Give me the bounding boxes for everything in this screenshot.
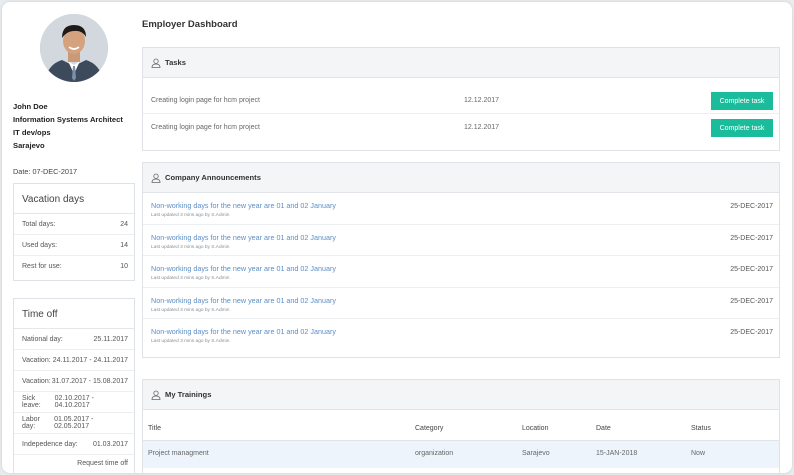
vacation-value: 14 — [120, 241, 128, 249]
announcements-title: Company Announcements — [165, 173, 261, 182]
time-off-title: Time off — [14, 299, 134, 329]
time-off-row: Indepedence day: 01.03.2017 — [14, 434, 134, 455]
user-icon — [151, 58, 161, 68]
user-icon — [151, 390, 161, 400]
announcement-meta: Last updated 3 mins ago by S.Admin — [151, 339, 230, 345]
page-title: Employer Dashboard — [142, 19, 238, 30]
announcement-row: Non-working days for the new year are 01… — [143, 319, 779, 351]
announcement-meta: Last updated 3 mins ago by S.Admin — [151, 276, 230, 282]
vacation-label: Total days: — [22, 220, 56, 228]
complete-task-button[interactable]: Complete task — [711, 119, 773, 137]
app-window: John Doe Information Systems Architect I… — [2, 2, 792, 473]
announcement-link[interactable]: Non-working days for the new year are 01… — [151, 264, 336, 273]
column-header-title: Title — [148, 425, 161, 432]
announcement-date: 25-DEC-2017 — [730, 234, 773, 242]
training-status: Now — [691, 450, 706, 457]
vacation-label: Used days: — [22, 241, 58, 249]
user-icon — [151, 173, 161, 183]
task-title: Creating login page for hcm project — [151, 124, 260, 131]
time-off-row: National day: 25.11.2017 — [14, 329, 134, 350]
profile-city: Sarajevo — [13, 141, 45, 150]
announcements-panel-header: Company Announcements — [143, 163, 779, 193]
training-category: organization — [415, 450, 454, 457]
trainings-panel-header: My Trainings — [143, 380, 779, 410]
vacation-value: 10 — [120, 263, 128, 270]
vacation-row: Rest for use: 10 — [14, 256, 134, 277]
trainings-panel: My Trainings Title Category Location Dat… — [142, 379, 780, 473]
time-off-row: Vacation: 24.11.2017 - 24.11.2017 — [14, 350, 134, 371]
tasks-panel: Tasks Creating login page for hcm projec… — [142, 47, 780, 151]
time-off-value: 24.11.2017 - 24.11.2017 — [52, 356, 128, 364]
tasks-panel-header: Tasks — [143, 48, 779, 78]
time-off-value: 01.03.2017 — [92, 440, 128, 448]
time-off-label: Vacation: — [22, 356, 51, 364]
announcement-row: Non-working days for the new year are 01… — [143, 225, 779, 257]
announcement-row: Non-working days for the new year are 01… — [143, 193, 779, 225]
time-off-label: Labor day: — [22, 416, 40, 430]
vacation-days-card: Vacation days Total days: 24 Used days: … — [13, 183, 135, 281]
vacation-row: Total days: 24 — [14, 214, 134, 235]
announcement-date: 25-DEC-2017 — [730, 297, 773, 305]
announcement-link[interactable]: Non-working days for the new year are 01… — [151, 201, 336, 210]
vacation-value: 24 — [120, 220, 128, 228]
sidebar: John Doe Information Systems Architect I… — [2, 2, 142, 473]
announcement-row: Non-working days for the new year are 01… — [143, 288, 779, 320]
task-row: Creating login page for hcm project 12.1… — [143, 114, 779, 141]
time-off-row: Labor day: 01.05.2017 - 02.05.2017 — [14, 413, 134, 434]
training-location: Sarajevo — [522, 450, 550, 457]
announcement-date: 25-DEC-2017 — [730, 266, 773, 274]
table-row[interactable]: Project managment organization Sarajevo … — [143, 441, 779, 468]
complete-task-button[interactable]: Complete task — [711, 92, 773, 110]
profile-name: John Doe — [13, 102, 48, 111]
announcement-link[interactable]: Non-working days for the new year are 01… — [151, 327, 336, 336]
announcement-link[interactable]: Non-working days for the new year are 01… — [151, 233, 336, 242]
column-header-date: Date — [596, 425, 611, 432]
vacation-label: Rest for use: — [22, 263, 62, 270]
time-off-card: Time off National day: 25.11.2017 Vacati… — [13, 298, 135, 473]
vacation-row: Used days: 14 — [14, 235, 134, 256]
announcement-date: 25-DEC-2017 — [730, 329, 773, 337]
time-off-value: 31.07.2017 - 15.08.2017 — [51, 377, 128, 385]
profile-info: John Doe Information Systems Architect I… — [13, 100, 123, 152]
time-off-label: Vacation: — [22, 377, 51, 385]
announcement-meta: Last updated 3 mins ago by S.Admin — [151, 307, 230, 313]
task-date: 12.12.2017 — [464, 124, 500, 131]
announcement-date: 25-DEC-2017 — [730, 203, 773, 210]
time-off-label: Indepedence day: — [22, 440, 78, 448]
time-off-value: 25.11.2017 — [93, 335, 128, 343]
time-off-label: National day: — [22, 335, 63, 343]
announcement-link[interactable]: Non-working days for the new year are 01… — [151, 296, 336, 305]
column-header-category: Category — [415, 425, 444, 432]
announcement-meta: Last updated 3 mins ago by S.Admin — [151, 244, 230, 250]
announcement-meta: Last updated 3 mins ago by S.Admin — [151, 213, 230, 218]
request-time-off-link[interactable]: Request time off — [77, 460, 128, 467]
training-title: Project managment — [148, 450, 209, 457]
trainings-table-header: Title Category Location Date Status — [143, 416, 779, 441]
announcements-panel: Company Announcements Non-working days f… — [142, 162, 780, 358]
announcement-row: Non-working days for the new year are 01… — [143, 256, 779, 288]
time-off-value: 02.10.2017 - 04.10.2017 — [54, 395, 94, 409]
task-date: 12.12.2017 — [464, 97, 500, 104]
time-off-row: Vacation: 31.07.2017 - 15.08.2017 — [14, 371, 134, 392]
task-row: Creating login page for hcm project 12.1… — [143, 87, 779, 114]
column-header-status: Status — [691, 425, 711, 432]
current-date: Date: 07-DEC-2017 — [13, 167, 78, 176]
time-off-label: Sick leave: — [22, 395, 41, 409]
trainings-title: My Trainings — [165, 390, 212, 399]
task-title: Creating login page for hcm project — [151, 97, 260, 104]
vacation-days-title: Vacation days — [14, 184, 134, 214]
avatar — [40, 14, 108, 82]
profile-department: IT dev/ops — [13, 128, 51, 137]
column-header-location: Location — [522, 425, 549, 432]
profile-role: Information Systems Architect — [13, 115, 123, 124]
time-off-value: 01.05.2017 - 02.05.2017 — [54, 416, 94, 430]
time-off-row: Sick leave: 02.10.2017 - 04.10.2017 — [14, 392, 134, 413]
tasks-title: Tasks — [165, 58, 186, 67]
training-date: 15-JAN-2018 — [596, 450, 638, 457]
